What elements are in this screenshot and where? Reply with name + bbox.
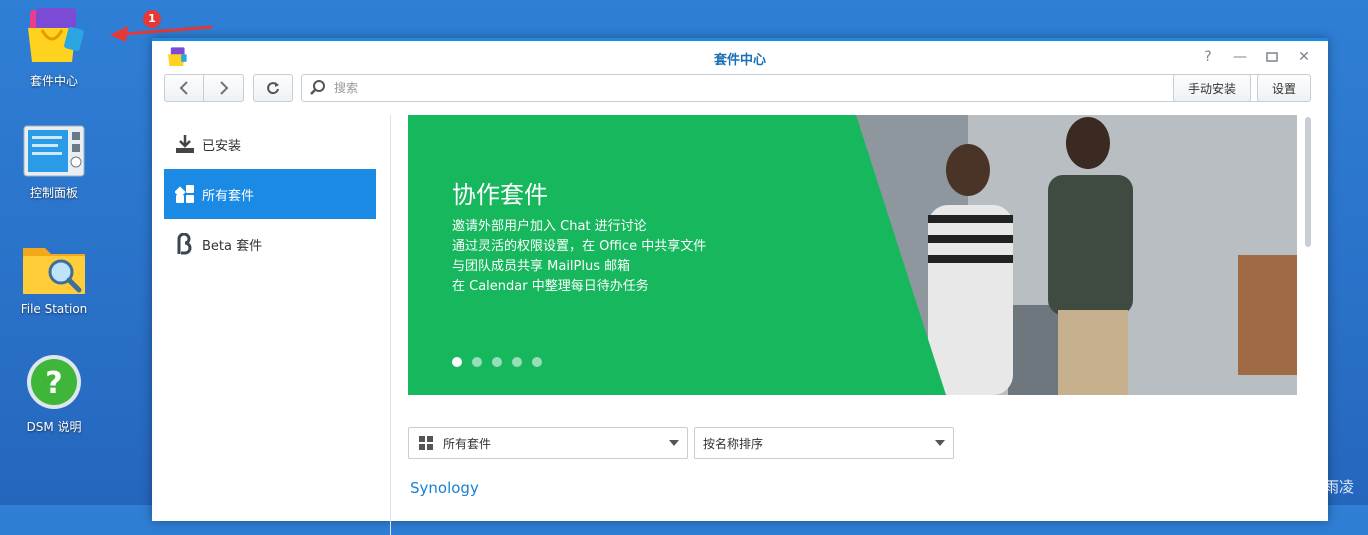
search-input[interactable] xyxy=(332,80,1236,96)
arrowhead-1 xyxy=(110,26,128,42)
grid-apps-icon xyxy=(174,183,196,205)
banner-title: 协作套件 xyxy=(452,181,548,209)
package-center-window: 套件中心 ? — ✕ 手动安装 设置 xyxy=(152,38,1328,535)
desktop-icon-label: File Station xyxy=(20,302,88,316)
scrollbar[interactable] xyxy=(1305,117,1311,247)
desktop-icon-dsm-help[interactable]: ? DSM 说明 xyxy=(0,352,109,435)
chevron-right-icon xyxy=(219,81,228,95)
carousel-dot[interactable] xyxy=(472,357,482,367)
sidebar-item-label: Beta 套件 xyxy=(202,238,263,254)
file-station-icon xyxy=(23,248,85,294)
sidebar-item-label: 已安装 xyxy=(202,138,242,154)
banner-line: 邀请外部用户加入 Chat 进行讨论 xyxy=(452,219,647,234)
carousel-dot[interactable] xyxy=(492,357,502,367)
manual-install-button[interactable]: 手动安装 xyxy=(1173,74,1251,102)
banner-line: 通过灵活的权限设置，在 Office 中共享文件 xyxy=(452,239,707,254)
promo-banner[interactable]: 协作套件 邀请外部用户加入 Chat 进行讨论 通过灵活的权限设置，在 Offi… xyxy=(408,115,1297,395)
banner-line: 在 Calendar 中整理每日待办任务 xyxy=(452,279,649,294)
sort-select-value: 按名称排序 xyxy=(703,436,764,451)
search-box[interactable] xyxy=(301,74,1309,102)
desktop-icon-label: 控制面板 xyxy=(29,186,78,200)
arrow-1 xyxy=(123,25,213,36)
sidebar-item-beta[interactable]: Beta 套件 xyxy=(164,219,376,269)
banner-line: 与团队成员共享 MailPlus 邮箱 xyxy=(452,259,631,274)
control-panel-icon xyxy=(23,125,85,177)
sidebar-item-all-packages[interactable]: 所有套件 xyxy=(164,169,376,219)
search-icon xyxy=(310,80,325,95)
title-bar[interactable]: 套件中心 ? — ✕ xyxy=(152,41,1328,73)
carousel-dot[interactable] xyxy=(452,357,462,367)
sidebar: 已安装 所有套件 Beta 套件 xyxy=(152,115,391,535)
main-content: 协作套件 邀请外部用户加入 Chat 进行讨论 通过灵活的权限设置，在 Offi… xyxy=(408,115,1298,535)
minimize-icon: — xyxy=(1233,49,1247,65)
back-button[interactable] xyxy=(164,74,204,102)
toolbar: 手动安装 设置 xyxy=(152,73,1328,107)
chevron-down-icon xyxy=(935,440,945,446)
category-select[interactable]: 所有套件 xyxy=(408,427,688,459)
close-button[interactable]: ✕ xyxy=(1294,47,1314,67)
carousel-dots xyxy=(452,357,542,367)
desktop-icon-control-panel[interactable]: 控制面板 xyxy=(0,124,109,201)
refresh-button[interactable] xyxy=(253,74,293,102)
dsm-help-icon: ? xyxy=(27,355,81,409)
maximize-button[interactable] xyxy=(1262,47,1282,67)
help-icon: ? xyxy=(1204,49,1212,65)
banner-text: 邀请外部用户加入 Chat 进行讨论 通过灵活的权限设置，在 Office 中共… xyxy=(452,217,706,297)
category-select-value: 所有套件 xyxy=(443,436,492,451)
window-title: 套件中心 xyxy=(713,53,766,68)
carousel-dot[interactable] xyxy=(532,357,542,367)
forward-button[interactable] xyxy=(204,74,244,102)
chevron-down-icon xyxy=(669,440,679,446)
sort-select[interactable]: 按名称排序 xyxy=(694,427,954,459)
carousel-dot[interactable] xyxy=(512,357,522,367)
grid-apps-icon xyxy=(419,436,433,450)
desktop-icon-file-station[interactable]: File Station xyxy=(0,240,109,316)
refresh-icon xyxy=(267,82,279,95)
section-title: Synology xyxy=(410,479,479,497)
desktop-icon-label: DSM 说明 xyxy=(26,420,82,434)
chevron-left-icon xyxy=(179,81,188,95)
close-icon: ✕ xyxy=(1298,49,1310,65)
beta-icon xyxy=(174,233,196,255)
help-button[interactable]: ? xyxy=(1198,47,1218,67)
sidebar-item-label: 所有套件 xyxy=(202,188,255,204)
desktop-icon-package-center[interactable]: 套件中心 xyxy=(0,6,109,89)
nav-group xyxy=(164,74,244,102)
minimize-button[interactable]: — xyxy=(1230,47,1250,67)
watermark: CSDN @刃雪雨凌 xyxy=(1231,478,1354,496)
settings-button[interactable]: 设置 xyxy=(1257,74,1311,102)
download-tray-icon xyxy=(174,133,196,155)
maximize-icon xyxy=(1266,52,1278,62)
sidebar-item-installed[interactable]: 已安装 xyxy=(164,119,376,169)
svg-text:?: ? xyxy=(45,366,62,401)
step-marker-1: 1 xyxy=(143,10,161,28)
package-center-icon xyxy=(28,8,84,62)
desktop-icon-label: 套件中心 xyxy=(29,74,78,88)
